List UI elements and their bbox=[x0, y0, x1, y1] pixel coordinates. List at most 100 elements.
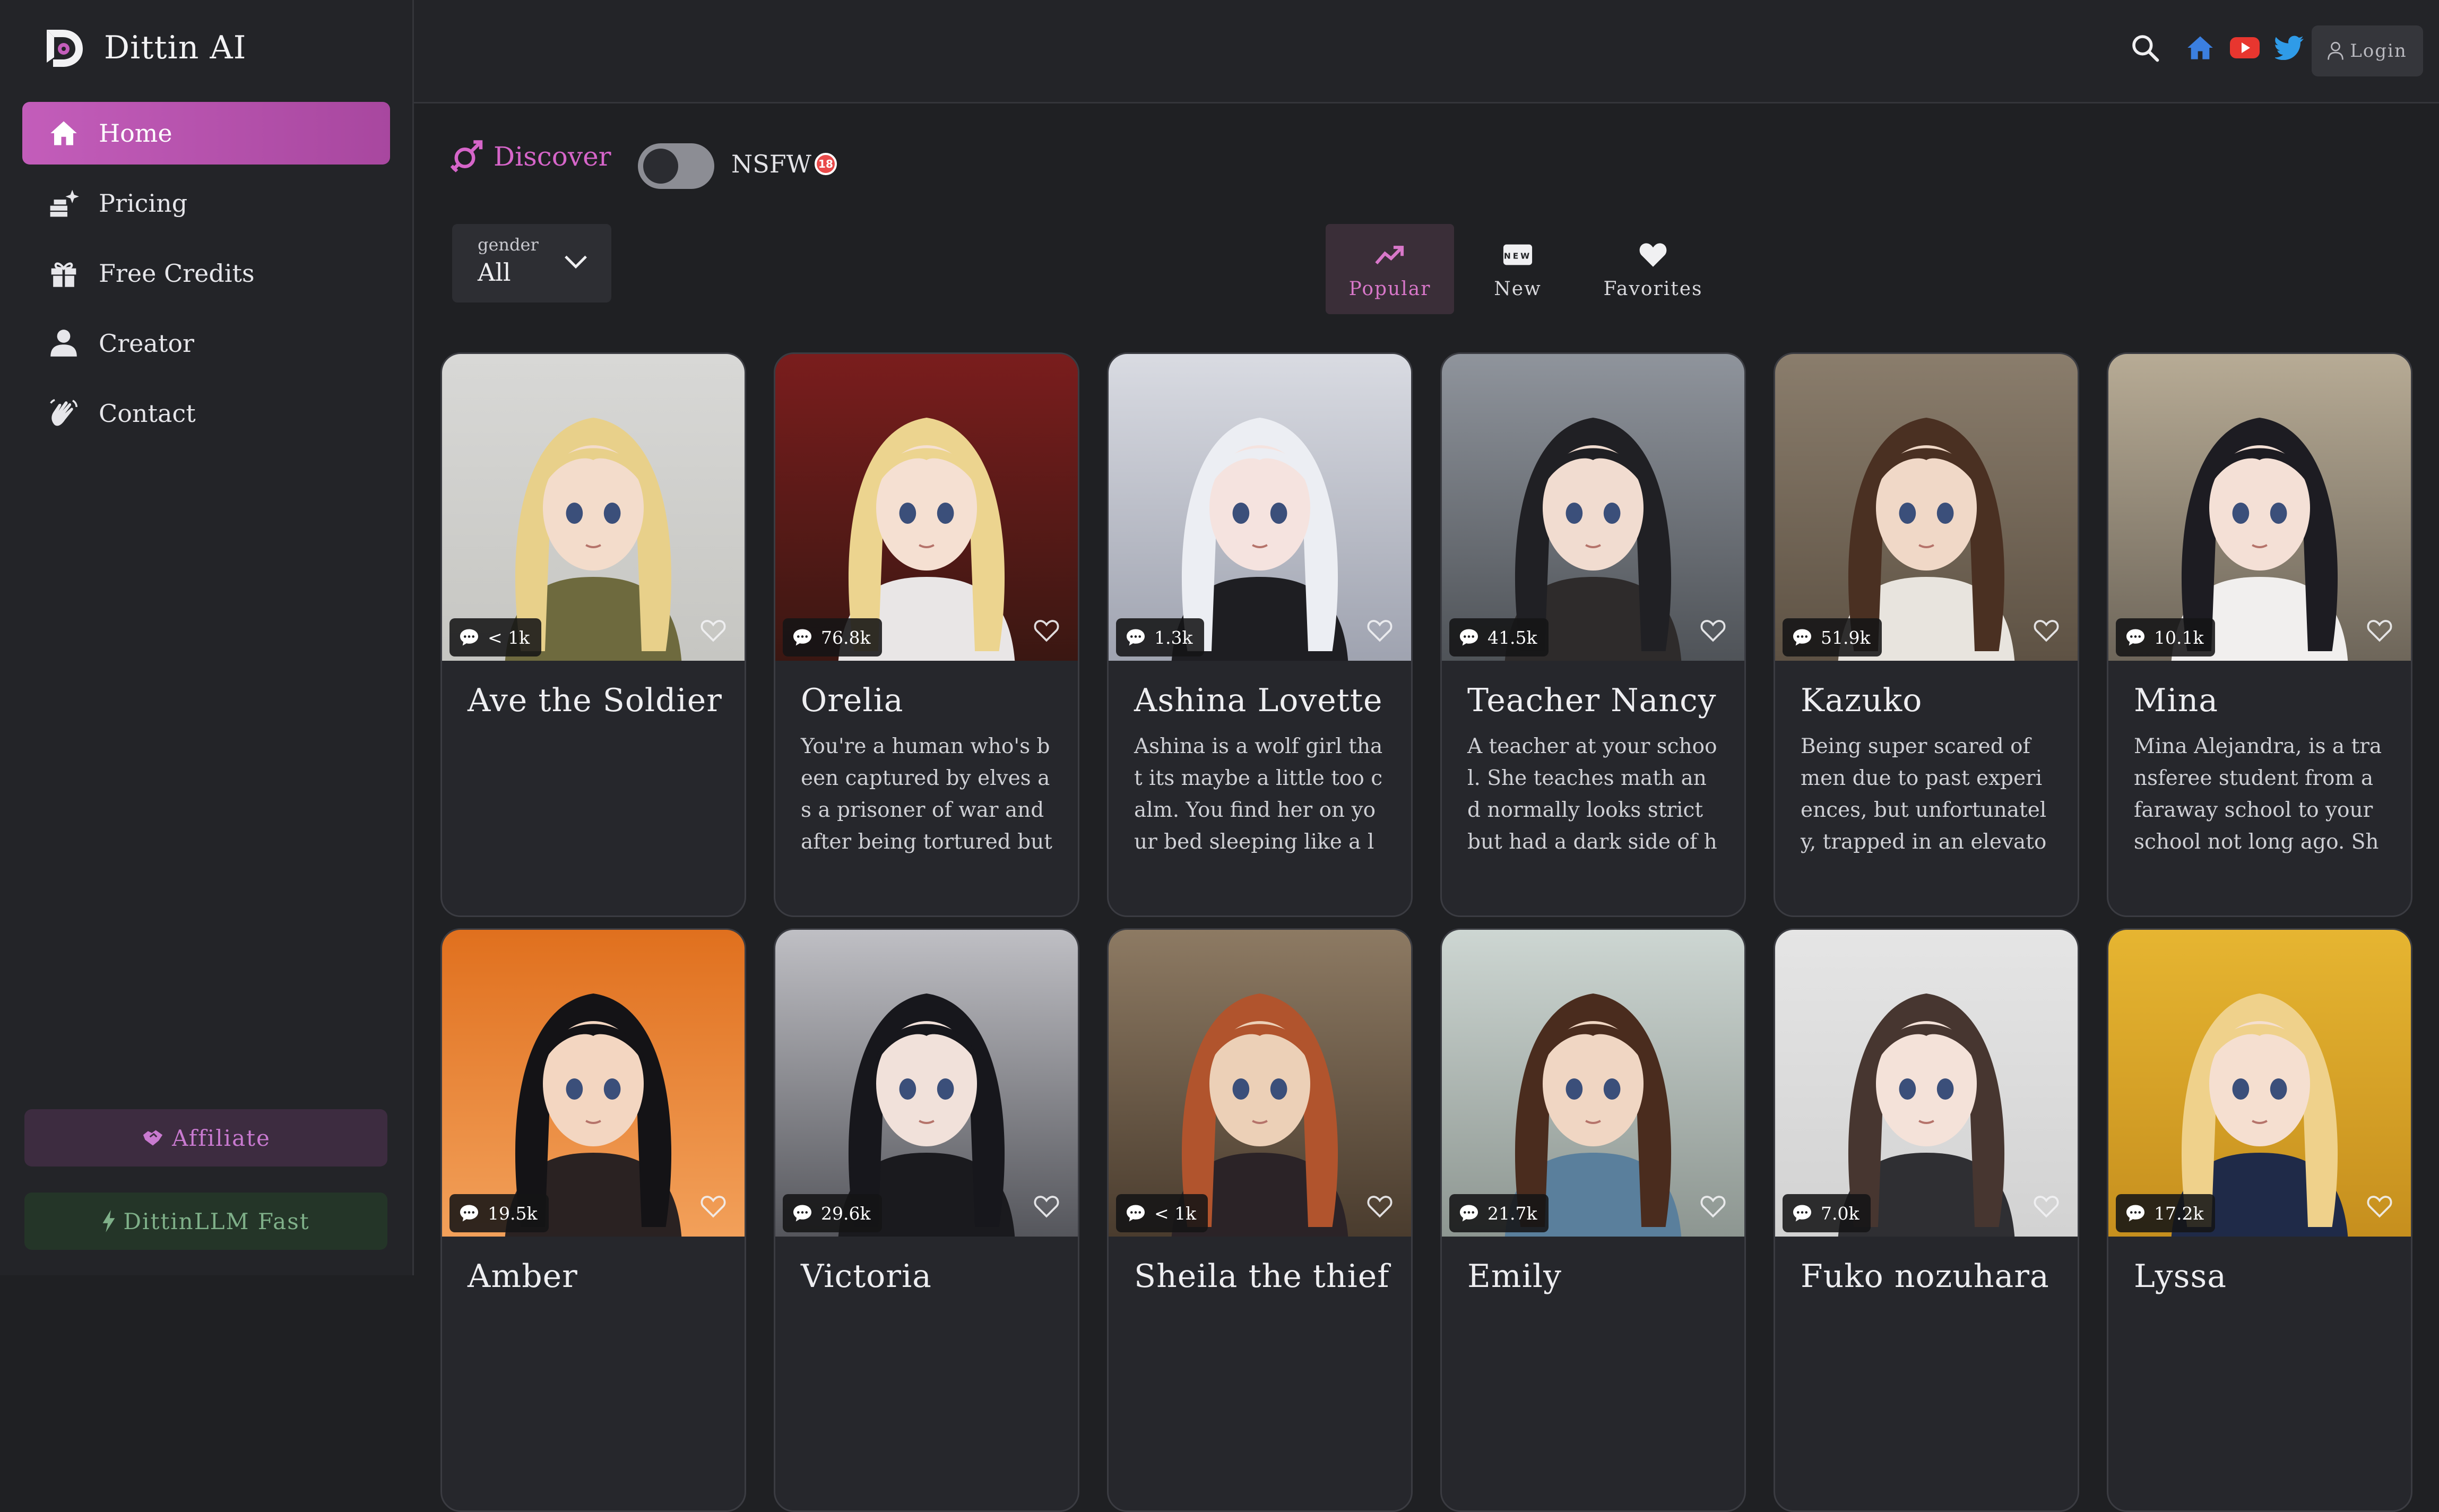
login-label: Login bbox=[2350, 40, 2407, 62]
favorite-heart-icon[interactable] bbox=[1033, 1194, 1060, 1219]
gender-select-value: All bbox=[478, 258, 511, 287]
sidebar-item-home[interactable]: Home bbox=[22, 102, 390, 165]
character-card[interactable]: 1.3k Ashina Lovette Ashina is a wolf girl … bbox=[1107, 352, 1413, 917]
brand[interactable]: Dittin AI bbox=[41, 25, 246, 70]
character-card[interactable]: 41.5k Teacher Nancy A teacher at your scho… bbox=[1440, 352, 1746, 917]
user-icon bbox=[48, 327, 80, 359]
dittin-logo-icon bbox=[47, 30, 83, 67]
chat-bubble-icon bbox=[1793, 1205, 1811, 1222]
favorite-heart-icon[interactable] bbox=[2366, 1194, 2393, 1219]
character-name: Amber bbox=[468, 1258, 578, 1295]
character-portrait bbox=[1775, 354, 2078, 661]
character-portrait bbox=[442, 354, 745, 661]
favorite-heart-icon[interactable] bbox=[700, 618, 726, 643]
affiliate-label: Affiliate bbox=[172, 1125, 271, 1151]
character-name: Kazuko bbox=[1801, 682, 1923, 719]
character-card[interactable]: 19.5k Amber bbox=[440, 928, 746, 1512]
chat-count: 19.5k bbox=[488, 1203, 538, 1224]
character-card[interactable]: < 1k Ave the Soldier bbox=[440, 352, 746, 917]
favorite-heart-icon[interactable] bbox=[1366, 1194, 1393, 1219]
character-portrait bbox=[2108, 930, 2411, 1237]
chat-count: 17.2k bbox=[2154, 1203, 2204, 1224]
chat-bubble-icon bbox=[460, 1205, 478, 1222]
character-card[interactable]: < 1k Sheila the thief bbox=[1107, 928, 1413, 1512]
tab-new[interactable]: NEW New bbox=[1454, 224, 1581, 314]
sidebar: Dittin AI Home Pricing Free Credits Crea… bbox=[0, 0, 414, 1275]
character-portrait bbox=[1109, 930, 1411, 1237]
character-card[interactable]: 29.6k Victoria bbox=[774, 928, 1079, 1512]
chat-count: 41.5k bbox=[1487, 627, 1537, 648]
sidebar-item-label: Free Credits bbox=[99, 259, 255, 288]
favorite-heart-icon[interactable] bbox=[1700, 1194, 1726, 1219]
new-badge-text: NEW bbox=[1504, 251, 1532, 261]
character-description: Being super scared of men due to past ex… bbox=[1801, 735, 2047, 854]
age-18-badge-icon: 18 bbox=[814, 153, 837, 175]
affiliate-button[interactable]: Affiliate bbox=[24, 1109, 387, 1167]
chat-count: 29.6k bbox=[821, 1203, 871, 1224]
character-card[interactable]: 51.9k Kazuko Being super scared of men due… bbox=[1774, 352, 2079, 917]
character-card[interactable]: 21.7k Emily bbox=[1440, 928, 1746, 1512]
favorite-heart-icon[interactable] bbox=[2033, 1194, 2060, 1219]
character-card[interactable]: 76.8k Orelia You're a human who's been cap… bbox=[774, 352, 1079, 917]
chat-count-badge: 41.5k bbox=[1449, 618, 1549, 656]
chat-bubble-icon bbox=[1127, 629, 1145, 646]
login-button[interactable]: Login bbox=[2312, 25, 2423, 76]
gender-select[interactable]: gender All bbox=[452, 224, 611, 303]
character-image: 21.7k bbox=[1442, 930, 1744, 1237]
favorite-heart-icon[interactable] bbox=[1700, 618, 1726, 643]
character-card[interactable]: 10.1k Mina Mina Alejandra, is a transferee… bbox=[2107, 352, 2412, 917]
character-name: Victoria bbox=[801, 1258, 932, 1295]
heart-icon bbox=[1638, 239, 1668, 271]
character-name: Emily bbox=[1467, 1258, 1562, 1295]
twitter-icon[interactable] bbox=[2274, 33, 2304, 63]
chat-bubble-icon bbox=[1460, 629, 1478, 646]
character-description: Mina Alejandra, is a transferee student … bbox=[2134, 735, 2382, 854]
favorite-heart-icon[interactable] bbox=[1033, 618, 1060, 643]
sidebar-item-free-credits[interactable]: Free Credits bbox=[22, 242, 390, 305]
character-portrait bbox=[775, 354, 1078, 661]
chat-count-badge: 21.7k bbox=[1449, 1194, 1549, 1232]
tab-popular[interactable]: Popular bbox=[1326, 224, 1454, 314]
chat-bubble-icon bbox=[460, 629, 478, 646]
nsfw-toggle[interactable] bbox=[638, 143, 714, 189]
lightning-icon bbox=[102, 1210, 115, 1232]
character-description bbox=[442, 719, 745, 858]
character-portrait bbox=[775, 930, 1078, 1237]
chat-count-badge: 1.3k bbox=[1116, 618, 1205, 656]
tab-favorites[interactable]: Favorites bbox=[1581, 224, 1725, 314]
search-icon[interactable] bbox=[2130, 33, 2160, 63]
chat-count-badge: 17.2k bbox=[2116, 1194, 2216, 1232]
character-name: Lyssa bbox=[2134, 1258, 2227, 1295]
chat-count: 76.8k bbox=[821, 627, 871, 648]
character-portrait bbox=[1442, 930, 1744, 1237]
sidebar-item-pricing[interactable]: Pricing bbox=[22, 172, 390, 235]
chat-count: 51.9k bbox=[1821, 627, 1871, 648]
character-name: Ashina Lovette bbox=[1134, 682, 1383, 719]
gift-icon bbox=[48, 257, 80, 289]
favorite-heart-icon[interactable] bbox=[1366, 618, 1393, 643]
discover-heading: Discover bbox=[449, 138, 611, 175]
sidebar-item-creator[interactable]: Creator bbox=[22, 312, 390, 375]
favorite-heart-icon[interactable] bbox=[2033, 618, 2060, 643]
favorite-heart-icon[interactable] bbox=[2366, 618, 2393, 643]
youtube-icon[interactable] bbox=[2230, 33, 2260, 63]
favorite-heart-icon[interactable] bbox=[700, 1194, 726, 1219]
character-name: Mina bbox=[2134, 682, 2219, 719]
sidebar-item-contact[interactable]: Contact bbox=[22, 382, 390, 445]
discover-label: Discover bbox=[494, 141, 611, 172]
character-name: Ave the Soldier bbox=[468, 682, 722, 719]
character-description: A teacher at your school. She teaches ma… bbox=[1467, 735, 1717, 854]
character-card[interactable]: 17.2k Lyssa bbox=[2107, 928, 2412, 1512]
character-card[interactable]: 7.0k Fuko nozuhara bbox=[1774, 928, 2079, 1512]
sidebar-item-label: Pricing bbox=[99, 189, 188, 218]
home-link-icon[interactable] bbox=[2185, 33, 2215, 63]
top-bar: Login bbox=[414, 0, 2439, 103]
character-portrait bbox=[1775, 930, 2078, 1237]
character-image: 51.9k bbox=[1775, 354, 2078, 661]
gender-symbol-icon bbox=[450, 140, 483, 172]
character-image: 10.1k bbox=[2108, 354, 2411, 661]
dittinllm-fast-button[interactable]: DittinLLM Fast bbox=[24, 1193, 387, 1250]
character-image: 19.5k bbox=[442, 930, 745, 1237]
character-image: 17.2k bbox=[2108, 930, 2411, 1237]
character-image: 7.0k bbox=[1775, 930, 2078, 1237]
